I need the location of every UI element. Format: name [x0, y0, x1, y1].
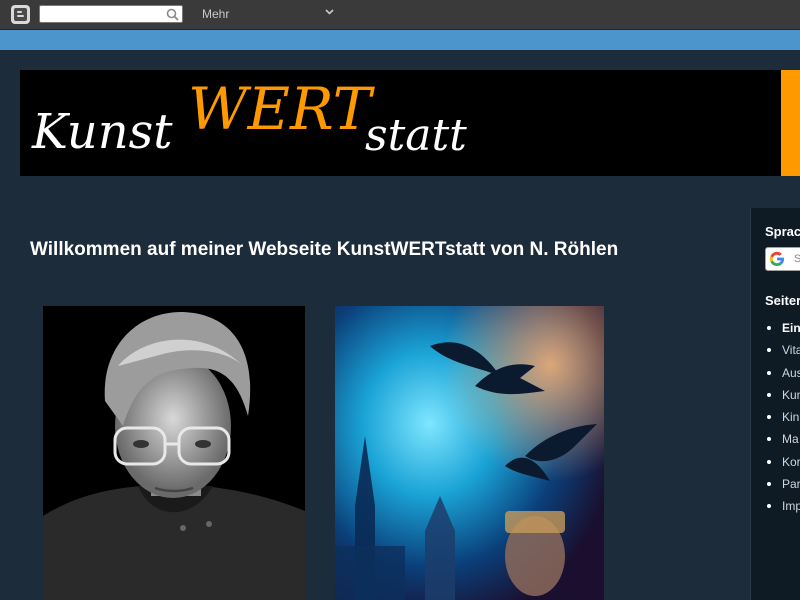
- page-link[interactable]: Kin: [765, 409, 800, 431]
- page-link[interactable]: Imp: [765, 498, 800, 520]
- page-link[interactable]: Par: [765, 476, 800, 498]
- page-title: Willkommen auf meiner Webseite KunstWERT…: [30, 239, 619, 260]
- page-link[interactable]: Ein: [765, 320, 800, 342]
- chevron-down-icon[interactable]: [325, 9, 334, 15]
- logo-text-wert: WERT: [188, 75, 372, 143]
- search-input[interactable]: [42, 7, 160, 21]
- portrait-photo[interactable]: [43, 306, 305, 600]
- blogger-navbar: Mehr: [0, 0, 800, 30]
- search-field[interactable]: [39, 5, 183, 23]
- page-link[interactable]: Aus: [765, 365, 800, 387]
- top-accent-band: [0, 30, 800, 50]
- logo-text-kunst: Kunst: [32, 104, 173, 160]
- pages-heading: Seiter: [765, 293, 800, 308]
- banner-accent: [781, 70, 800, 176]
- translate-select[interactable]: S: [765, 247, 800, 271]
- header-banner[interactable]: Kunst WERT statt: [20, 70, 781, 176]
- translate-label: S: [794, 253, 800, 265]
- pages-list: Ein Vita Aus Kun Kin Ma Kor Par Imp: [765, 320, 800, 521]
- blogger-icon[interactable]: [11, 5, 30, 24]
- more-menu-label[interactable]: Mehr: [202, 7, 229, 21]
- language-heading: Sprac: [765, 224, 800, 239]
- artwork-image[interactable]: [335, 306, 604, 600]
- search-icon[interactable]: [166, 8, 179, 21]
- page-link[interactable]: Vita: [765, 342, 800, 364]
- page-link[interactable]: Kun: [765, 387, 800, 409]
- logo-text-statt: statt: [365, 110, 467, 161]
- sidebar: Sprac S Seiter Ein Vita Aus Kun Kin Ma K…: [750, 208, 800, 600]
- google-icon: [769, 251, 784, 266]
- page-link[interactable]: Kor: [765, 454, 800, 476]
- page-link[interactable]: Ma: [765, 431, 800, 453]
